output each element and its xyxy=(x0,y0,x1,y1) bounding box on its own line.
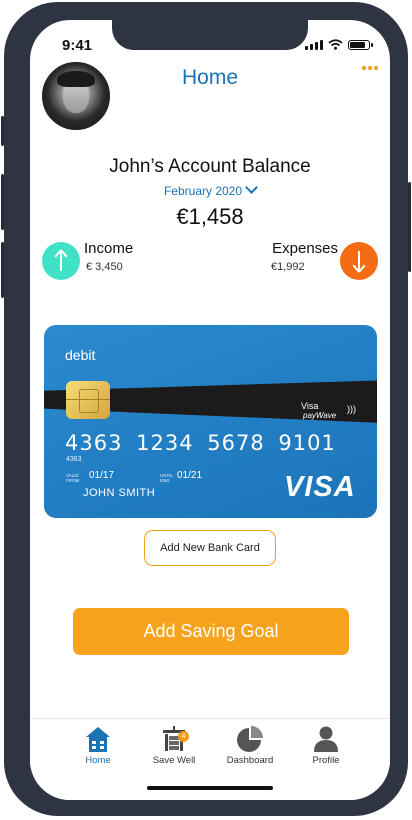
power-button xyxy=(408,182,411,272)
chevron-down-icon xyxy=(245,181,258,194)
status-icons xyxy=(305,39,373,50)
mute-switch xyxy=(1,116,4,146)
house-icon xyxy=(86,727,110,752)
add-new-bank-card-button[interactable]: Add New Bank Card xyxy=(144,530,276,566)
month-label: February 2020 xyxy=(163,184,243,198)
phone-frame: 9:41 Home John’s Account Balance Februar… xyxy=(1,2,411,816)
visa-logo: VISA xyxy=(284,471,356,503)
valid-from-value: 01/17 xyxy=(89,470,115,481)
paywave-line2: payWave xyxy=(303,411,337,420)
valid-until-label: UNTIL END xyxy=(160,473,173,483)
volume-down-button xyxy=(1,242,4,298)
tab-label-dashboard: Dashboard xyxy=(226,755,274,766)
expenses-value: €1,992 xyxy=(271,261,305,273)
card-chip-icon xyxy=(66,381,110,419)
save-well-badge: 4 xyxy=(178,731,189,742)
valid-from-label: VALID FROM xyxy=(66,473,80,483)
paywave-logo: Visa payWave ))) xyxy=(301,401,356,421)
notch xyxy=(112,20,308,50)
app-screen: 9:41 Home John’s Account Balance Februar… xyxy=(30,20,390,800)
battery-icon xyxy=(348,39,373,50)
card-type-label: debit xyxy=(65,347,96,363)
tab-label-home: Home xyxy=(85,755,111,766)
tab-label-save-well: Save Well xyxy=(152,755,196,766)
contactless-icon: ))) xyxy=(347,404,356,414)
expenses-label: Expenses xyxy=(272,240,338,257)
paywave-line1: Visa xyxy=(301,401,319,411)
volume-up-button xyxy=(1,174,4,230)
debit-card[interactable]: debit Visa payWave ))) 4363 1234 5678 91… xyxy=(44,325,377,518)
more-menu-icon[interactable] xyxy=(362,66,378,70)
expenses-arrow-down-icon[interactable] xyxy=(340,242,378,280)
home-indicator xyxy=(147,786,273,790)
income-value: € 3,450 xyxy=(86,261,123,273)
valid-until-value: 01/21 xyxy=(177,470,203,481)
status-time: 9:41 xyxy=(62,37,93,54)
card-number-small: 4363 xyxy=(66,456,82,463)
user-icon xyxy=(314,726,338,752)
pie-chart-icon xyxy=(237,726,263,752)
page-title: Home xyxy=(181,66,239,89)
income-label: Income xyxy=(84,240,134,257)
balance-value: €1,458 xyxy=(176,204,244,229)
wifi-icon xyxy=(328,39,343,50)
month-selector[interactable]: February 2020 xyxy=(30,181,390,198)
card-number: 4363 1234 5678 9101 xyxy=(65,431,336,455)
signal-icon xyxy=(305,39,323,50)
tab-label-profile: Profile xyxy=(312,755,340,766)
account-balance-label: John’s Account Balance xyxy=(109,156,311,177)
income-arrow-up-icon[interactable] xyxy=(42,242,80,280)
card-holder-name: JOHN SMITH xyxy=(83,487,156,499)
add-saving-goal-button[interactable]: Add Saving Goal xyxy=(73,608,349,655)
